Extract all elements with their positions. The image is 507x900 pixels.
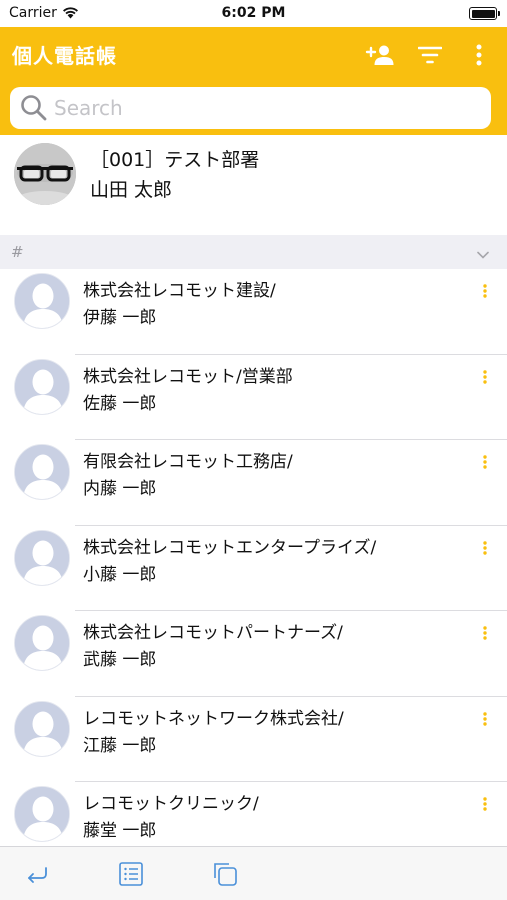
more-vertical-icon	[483, 711, 487, 726]
contact-more-button[interactable]	[475, 538, 495, 558]
avatar-placeholder-icon	[14, 700, 70, 757]
back-button[interactable]	[22, 860, 52, 888]
search-icon	[20, 94, 48, 122]
contact-row[interactable]: 有限会社レコモット工務店/ 内藤 一郎	[0, 440, 507, 526]
profile-name: 山田 太郎	[90, 179, 173, 201]
copy-icon	[214, 863, 237, 886]
avatar-placeholder-icon	[14, 273, 70, 329]
list-icon	[119, 862, 143, 886]
contact-more-button[interactable]	[475, 452, 495, 472]
page-title: 個人電話帳	[12, 44, 117, 68]
app-screen: Carrier 6:02 PM 個人電話帳 Search ［001］テスト部署 …	[0, 0, 507, 900]
contact-name: 佐藤 一郎	[83, 393, 157, 414]
contact-name: 内藤 一郎	[83, 479, 157, 499]
contact-name: 藤堂 一郎	[83, 821, 157, 841]
return-icon	[28, 867, 47, 883]
contact-company: レコモットクリニック/	[83, 794, 259, 814]
clock-time: 6:02 PM	[221, 5, 286, 21]
contact-more-button[interactable]	[475, 367, 495, 387]
contact-company: 株式会社レコモットエンタープライズ/	[83, 537, 377, 558]
contact-more-button[interactable]	[475, 794, 495, 814]
more-vertical-icon	[483, 455, 487, 469]
avatar-placeholder-icon	[14, 615, 70, 671]
contact-row[interactable]: 株式会社レコモット建設/ 伊藤 一郎	[0, 269, 507, 355]
avatar-placeholder-icon	[14, 786, 70, 842]
more-vertical-icon	[483, 284, 487, 298]
profile-photo	[14, 143, 76, 205]
more-vertical-icon	[483, 369, 487, 384]
add-person-icon	[365, 45, 394, 65]
search-bar	[10, 87, 491, 129]
bottom-toolbar	[0, 846, 507, 900]
battery-icon	[469, 7, 500, 20]
contact-list: 株式会社レコモット建設/ 伊藤 一郎 株式会社レコモット/営業部 佐藤 一郎 有…	[0, 269, 507, 846]
contact-name: 江藤 一郎	[83, 735, 157, 756]
add-contact-button[interactable]	[364, 41, 396, 69]
list-view-button[interactable]	[116, 860, 146, 888]
chevron-down-icon	[477, 245, 489, 263]
contact-company: 株式会社レコモット/営業部	[83, 366, 293, 387]
section-letter: #	[11, 243, 24, 261]
contact-company: 株式会社レコモット建設/	[83, 281, 276, 301]
copy-button[interactable]	[210, 860, 240, 888]
contact-row[interactable]: 株式会社レコモットエンタープライズ/ 小藤 一郎	[0, 526, 507, 611]
contact-row[interactable]: レコモットクリニック/ 藤堂 一郎	[0, 782, 507, 846]
contact-name: 武藤 一郎	[83, 650, 157, 670]
contact-more-button[interactable]	[475, 623, 495, 643]
contact-company: 株式会社レコモットパートナーズ/	[83, 623, 343, 643]
contact-company: 有限会社レコモット工務店/	[83, 452, 293, 472]
contact-more-button[interactable]	[475, 281, 495, 301]
avatar-placeholder-icon	[14, 358, 70, 415]
contact-row[interactable]: 株式会社レコモット/営業部 佐藤 一郎	[0, 355, 507, 440]
status-bar: Carrier 6:02 PM	[0, 0, 507, 27]
section-header[interactable]: #	[0, 235, 507, 269]
more-vertical-icon	[483, 626, 487, 640]
contact-row[interactable]: レコモットネットワーク株式会社/ 江藤 一郎	[0, 697, 507, 782]
contact-more-button[interactable]	[475, 709, 495, 729]
avatar-placeholder-icon	[14, 444, 70, 500]
filter-button[interactable]	[414, 41, 446, 69]
more-menu-button[interactable]	[463, 41, 495, 69]
app-header: 個人電話帳	[0, 27, 507, 135]
my-profile-card[interactable]: ［001］テスト部署 山田 太郎	[0, 135, 507, 235]
contact-name: 伊藤 一郎	[83, 308, 157, 328]
avatar-placeholder-icon	[14, 529, 70, 586]
more-vertical-icon	[483, 797, 487, 811]
filter-icon	[418, 46, 442, 64]
search-input[interactable]	[54, 96, 474, 120]
more-vertical-icon	[483, 540, 487, 555]
contact-row[interactable]: 株式会社レコモットパートナーズ/ 武藤 一郎	[0, 611, 507, 697]
contact-company: レコモットネットワーク株式会社/	[83, 708, 344, 729]
more-vertical-icon	[476, 44, 482, 66]
contact-name: 小藤 一郎	[83, 564, 157, 585]
profile-department: ［001］テスト部署	[90, 149, 260, 171]
